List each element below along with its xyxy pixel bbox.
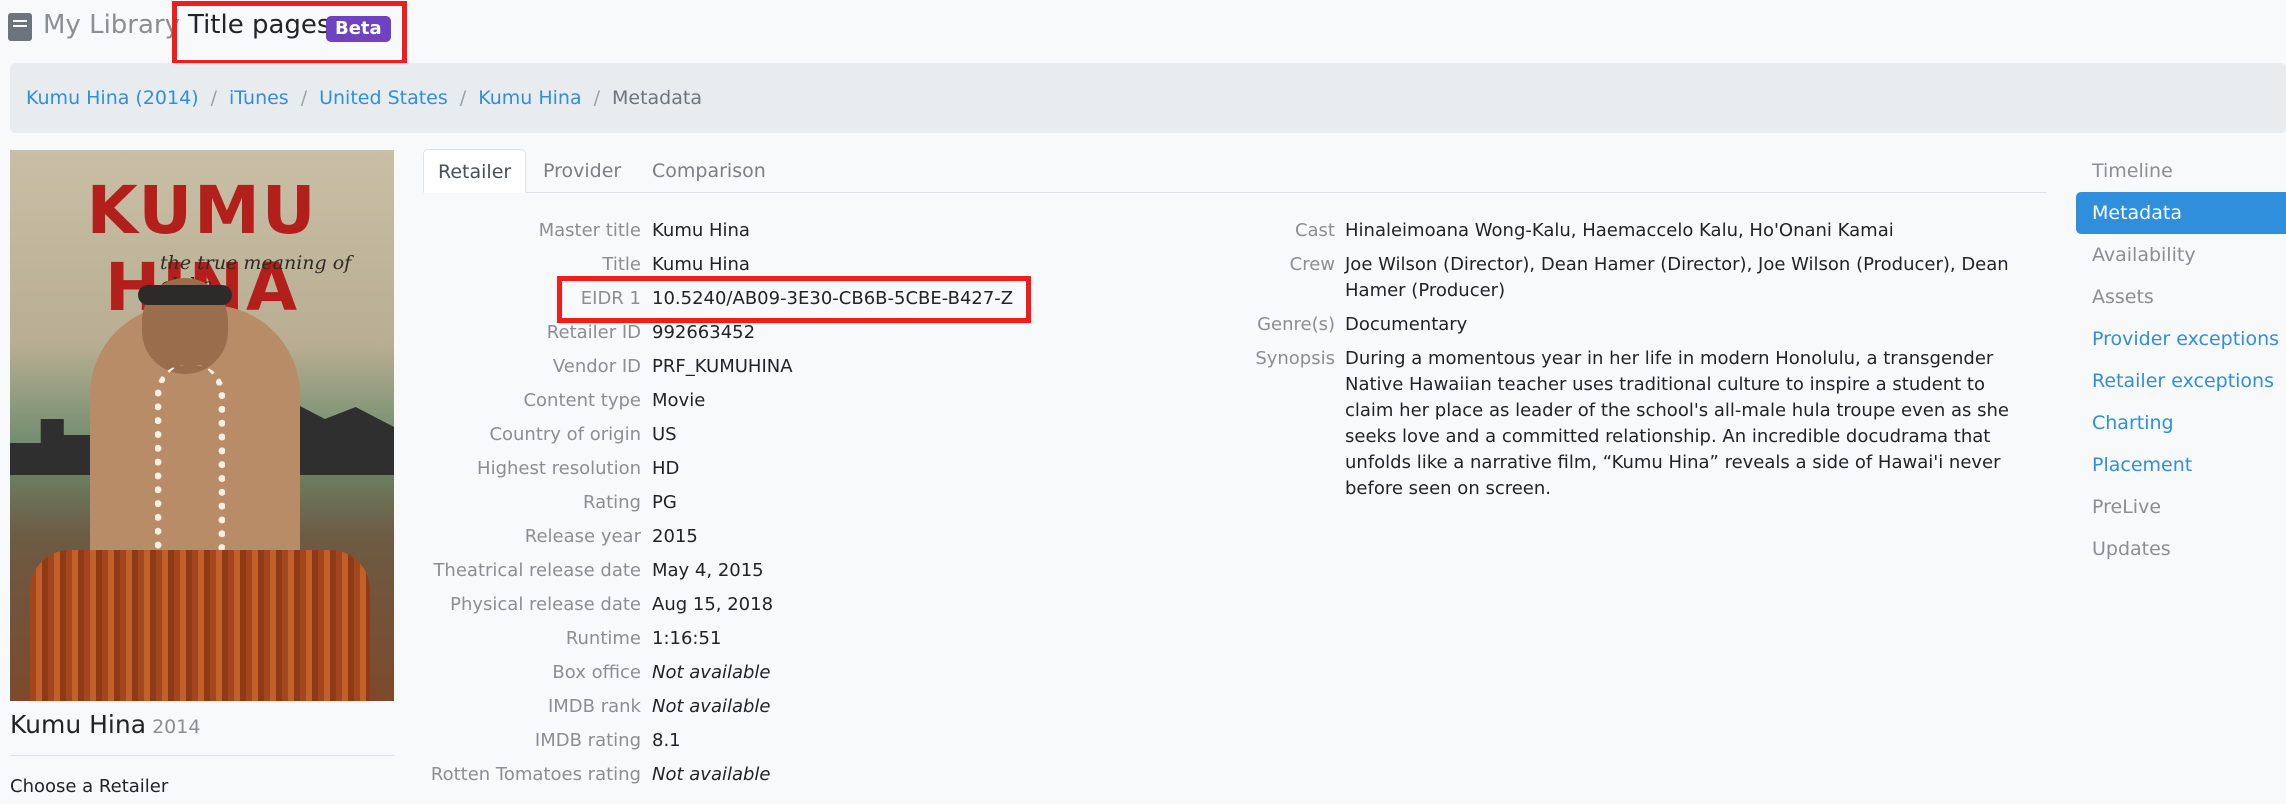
field-label: Rotten Tomatoes rating	[430, 764, 641, 785]
field-value: 8.1	[652, 730, 681, 751]
side-nav-retailer-exceptions[interactable]: Retailer exceptions	[2076, 360, 2286, 402]
field-label: Content type	[523, 390, 641, 411]
title-pages-heading: Title pages	[188, 10, 331, 40]
field-label: Box office	[552, 662, 641, 683]
tab-provider[interactable]: Provider	[529, 149, 635, 193]
page: { "header": { "library_label": "My Libra…	[0, 0, 2286, 804]
breadcrumb-item-title[interactable]: Kumu Hina (2014)	[26, 87, 199, 109]
field-value: HD	[652, 458, 680, 479]
side-nav-availability[interactable]: Availability	[2076, 234, 2286, 276]
side-nav-updates[interactable]: Updates	[2076, 528, 2286, 570]
breadcrumb-item-current: Metadata	[612, 87, 702, 109]
breadcrumb-separator: /	[459, 87, 467, 109]
field-label: Physical release date	[450, 594, 641, 615]
field-value: 10.5240/AB09-3E30-CB6B-5CBE-B427-Z	[652, 288, 1014, 309]
field-value: May 4, 2015	[652, 560, 764, 581]
field-label: Release year	[524, 526, 641, 547]
side-nav-charting[interactable]: Charting	[2076, 402, 2286, 444]
side-nav-timeline[interactable]: Timeline	[2076, 150, 2286, 192]
field-label: Runtime	[565, 628, 641, 649]
field-value: Movie	[652, 390, 706, 411]
breadcrumb-separator: /	[210, 87, 218, 109]
field-value: Not available	[652, 764, 771, 785]
breadcrumb-item-product[interactable]: Kumu Hina	[478, 87, 581, 109]
field-value: Documentary	[1345, 314, 1468, 335]
field-value: During a momentous year in her life in m…	[1345, 348, 2009, 499]
side-nav: Timeline Metadata Availability Assets Pr…	[2076, 150, 2286, 570]
app-header: My Library Title pages Beta	[0, 0, 2286, 58]
my-library-link[interactable]: My Library	[43, 10, 180, 40]
breadcrumb: Kumu Hina (2014) / iTunes / United State…	[10, 63, 2286, 133]
field-label: Highest resolution	[477, 458, 641, 479]
breadcrumb-item-country[interactable]: United States	[319, 87, 448, 109]
metadata-tabs: Retailer Provider Comparison	[423, 149, 2047, 193]
tab-comparison[interactable]: Comparison	[638, 149, 780, 193]
field-value: PG	[652, 492, 677, 513]
side-nav-metadata[interactable]: Metadata	[2076, 192, 2286, 234]
field-value: Aug 15, 2018	[652, 594, 774, 615]
side-nav-placement[interactable]: Placement	[2076, 444, 2286, 486]
breadcrumb-separator: /	[300, 87, 308, 109]
field-label: IMDB rating	[534, 730, 641, 751]
field-label: IMDB rank	[547, 696, 641, 717]
field-label: Cast	[1294, 220, 1335, 241]
field-value: Not available	[652, 662, 771, 683]
field-label: Country of origin	[489, 424, 641, 445]
divider	[10, 755, 394, 756]
field-label: EIDR 1	[580, 288, 641, 309]
side-nav-prelive[interactable]: PreLive	[2076, 486, 2286, 528]
field-label: Crew	[1289, 254, 1335, 275]
field-label: Genre(s)	[1257, 314, 1335, 335]
side-nav-provider-exceptions[interactable]: Provider exceptions	[2076, 318, 2286, 360]
field-value: US	[652, 424, 677, 445]
field-value: Not available	[652, 696, 771, 717]
field-label: Rating	[582, 492, 641, 513]
field-label: Theatrical release date	[433, 560, 641, 581]
beta-badge: Beta	[326, 16, 391, 42]
field-value: Joe Wilson (Director), Dean Hamer (Direc…	[1345, 254, 2009, 301]
field-value: 2015	[652, 526, 698, 547]
breadcrumb-item-retailer[interactable]: iTunes	[229, 87, 289, 109]
side-nav-assets[interactable]: Assets	[2076, 276, 2286, 318]
field-value: 1:16:51	[652, 628, 722, 649]
tab-retailer[interactable]: Retailer	[423, 149, 527, 193]
breadcrumb-separator: /	[593, 87, 600, 109]
book-icon	[8, 13, 32, 41]
field-label: Synopsis	[1255, 348, 1335, 369]
field-value: Hinaleimoana Wong-Kalu, Haemaccelo Kalu,…	[1345, 220, 1894, 241]
